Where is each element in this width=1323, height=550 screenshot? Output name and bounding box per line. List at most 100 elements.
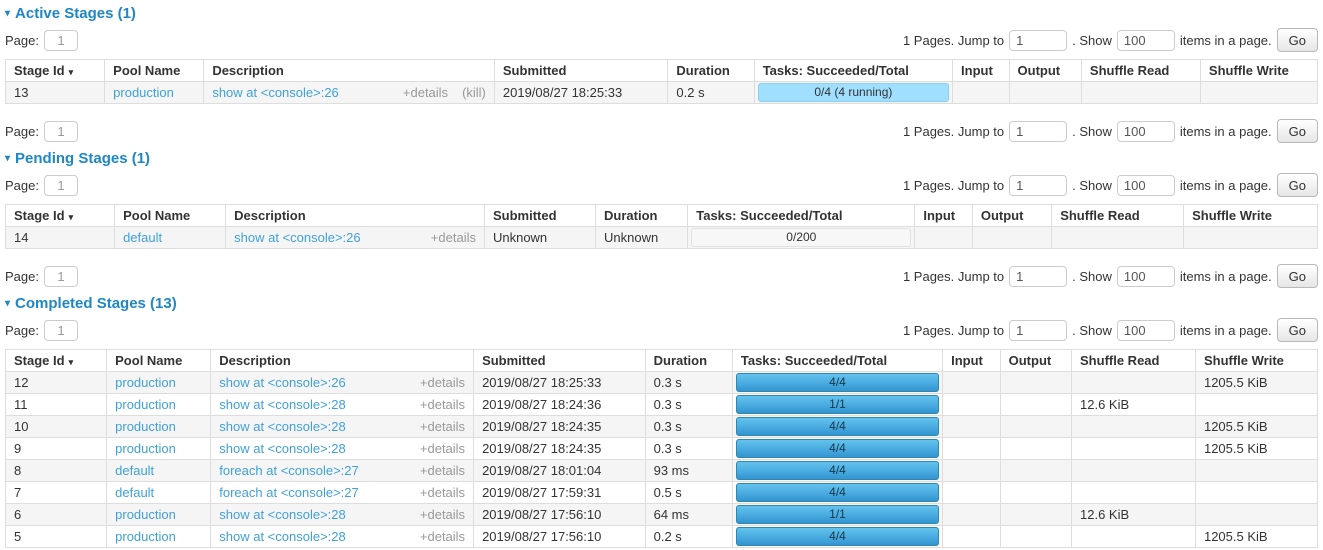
details-toggle[interactable]: +details <box>420 485 465 500</box>
column-header-description[interactable]: Description <box>211 350 474 372</box>
column-header-input[interactable]: Input <box>943 350 1001 372</box>
task-progress-bar: 4/4 <box>736 461 939 480</box>
column-header-duration[interactable]: Duration <box>668 60 754 82</box>
pending-stages-toggle[interactable]: Pending Stages (1) <box>15 150 150 167</box>
stage-description-link[interactable]: show at <console>:26 <box>212 85 338 100</box>
column-header-duration[interactable]: Duration <box>596 205 688 227</box>
pool-name-link[interactable]: production <box>115 507 176 522</box>
page-number-input[interactable] <box>44 121 78 142</box>
column-header-shuffle-read[interactable]: Shuffle Read <box>1072 350 1196 372</box>
stage-description-link[interactable]: show at <console>:28 <box>219 419 345 434</box>
active-stages-toggle[interactable]: Active Stages (1) <box>15 5 136 22</box>
column-header-pool-name[interactable]: Pool Name <box>115 205 226 227</box>
column-header-output[interactable]: Output <box>1000 350 1071 372</box>
column-header-submitted[interactable]: Submitted <box>494 60 668 82</box>
column-header-description[interactable]: Description <box>226 205 485 227</box>
page-number-input[interactable] <box>44 266 78 287</box>
column-header-submitted[interactable]: Submitted <box>474 350 646 372</box>
pool-name-link[interactable]: production <box>115 529 176 544</box>
items-per-page-input[interactable] <box>1117 175 1175 196</box>
stage-description-link[interactable]: show at <console>:28 <box>219 507 345 522</box>
jump-to-page-input[interactable] <box>1009 121 1067 142</box>
pages-count-text: 1 Pages. Jump to <box>903 33 1004 48</box>
jump-to-page-input[interactable] <box>1009 320 1067 341</box>
pool-name-link[interactable]: production <box>115 441 176 456</box>
show-text: . Show <box>1072 178 1112 193</box>
shuffle-read-cell <box>1052 227 1184 249</box>
column-header-duration[interactable]: Duration <box>645 350 732 372</box>
pool-name-link[interactable]: default <box>123 230 162 245</box>
shuffle-write-cell <box>1195 460 1317 482</box>
stage-description-link[interactable]: show at <console>:28 <box>219 441 345 456</box>
stage-description-link[interactable]: show at <console>:26 <box>219 375 345 390</box>
stage-description-link[interactable]: show at <console>:28 <box>219 529 345 544</box>
pool-name-link[interactable]: production <box>113 85 174 100</box>
column-header-stage-id[interactable]: Stage Id▾ <box>6 205 115 227</box>
jump-to-page-input[interactable] <box>1009 266 1067 287</box>
column-header-submitted[interactable]: Submitted <box>484 205 595 227</box>
column-header-stage-id[interactable]: Stage Id▾ <box>6 350 107 372</box>
column-header-output[interactable]: Output <box>1009 60 1081 82</box>
go-button[interactable]: Go <box>1277 173 1318 197</box>
items-per-page-input[interactable] <box>1117 266 1175 287</box>
go-button[interactable]: Go <box>1277 318 1318 342</box>
column-header-pool-name[interactable]: Pool Name <box>107 350 211 372</box>
column-header-stage-id[interactable]: Stage Id▾ <box>6 60 105 82</box>
column-header-output[interactable]: Output <box>972 205 1051 227</box>
column-header-description[interactable]: Description <box>204 60 495 82</box>
details-toggle[interactable]: +details <box>420 441 465 456</box>
jump-to-page-input[interactable] <box>1009 30 1067 51</box>
details-toggle[interactable]: +details <box>420 375 465 390</box>
collapse-arrow-icon: ▾ <box>5 298 10 309</box>
column-header-tasks-succeeded-total[interactable]: Tasks: Succeeded/Total <box>688 205 915 227</box>
submitted-cell: 2019/08/27 18:24:36 <box>474 394 646 416</box>
input-cell <box>943 526 1001 548</box>
column-header-shuffle-write[interactable]: Shuffle Write <box>1200 60 1317 82</box>
details-toggle[interactable]: +details <box>420 397 465 412</box>
items-per-page-input[interactable] <box>1117 320 1175 341</box>
details-toggle[interactable]: +details <box>420 507 465 522</box>
page-number-input[interactable] <box>44 175 78 196</box>
description-actions: +details <box>420 419 465 434</box>
page-number-input[interactable] <box>44 30 78 51</box>
column-header-shuffle-read[interactable]: Shuffle Read <box>1081 60 1200 82</box>
stage-description-link[interactable]: show at <console>:26 <box>234 230 360 245</box>
items-per-page-input[interactable] <box>1117 30 1175 51</box>
completed-stages-toggle[interactable]: Completed Stages (13) <box>15 295 177 312</box>
details-toggle[interactable]: +details <box>420 529 465 544</box>
page-number-input[interactable] <box>44 320 78 341</box>
items-per-page-input[interactable] <box>1117 121 1175 142</box>
stage-description-link[interactable]: foreach at <console>:27 <box>219 485 359 500</box>
column-header-shuffle-write[interactable]: Shuffle Write <box>1184 205 1318 227</box>
details-toggle[interactable]: +details <box>431 230 476 245</box>
task-progress-bar: 4/4 <box>736 527 939 546</box>
pool-name-link[interactable]: production <box>115 419 176 434</box>
column-header-input[interactable]: Input <box>915 205 973 227</box>
column-header-tasks-succeeded-total[interactable]: Tasks: Succeeded/Total <box>754 60 952 82</box>
go-button[interactable]: Go <box>1277 28 1318 52</box>
description-wrap: show at <console>:26 +details <box>219 375 465 390</box>
stage-description-link[interactable]: foreach at <console>:27 <box>219 463 359 478</box>
details-toggle[interactable]: +details <box>420 463 465 478</box>
details-toggle[interactable]: +details <box>420 419 465 434</box>
jump-to-page-input[interactable] <box>1009 175 1067 196</box>
go-button[interactable]: Go <box>1277 119 1318 143</box>
column-header-input[interactable]: Input <box>953 60 1010 82</box>
description-actions: +details (kill) <box>403 85 486 100</box>
tasks-cell: 4/4 <box>732 372 942 394</box>
pool-name-link[interactable]: default <box>115 485 154 500</box>
column-header-shuffle-read[interactable]: Shuffle Read <box>1052 205 1184 227</box>
description-wrap: show at <console>:26 +details (kill) <box>212 85 486 100</box>
page-label: Page: <box>5 269 39 284</box>
details-toggle[interactable]: +details <box>403 85 448 100</box>
go-button[interactable]: Go <box>1277 264 1318 288</box>
column-header-shuffle-write[interactable]: Shuffle Write <box>1195 350 1317 372</box>
pool-name-link[interactable]: production <box>115 397 176 412</box>
column-header-tasks-succeeded-total[interactable]: Tasks: Succeeded/Total <box>732 350 942 372</box>
output-cell <box>1000 438 1071 460</box>
pool-name-link[interactable]: production <box>115 375 176 390</box>
stage-description-link[interactable]: show at <console>:28 <box>219 397 345 412</box>
column-header-pool-name[interactable]: Pool Name <box>105 60 204 82</box>
kill-link[interactable]: (kill) <box>462 85 486 100</box>
pool-name-link[interactable]: default <box>115 463 154 478</box>
